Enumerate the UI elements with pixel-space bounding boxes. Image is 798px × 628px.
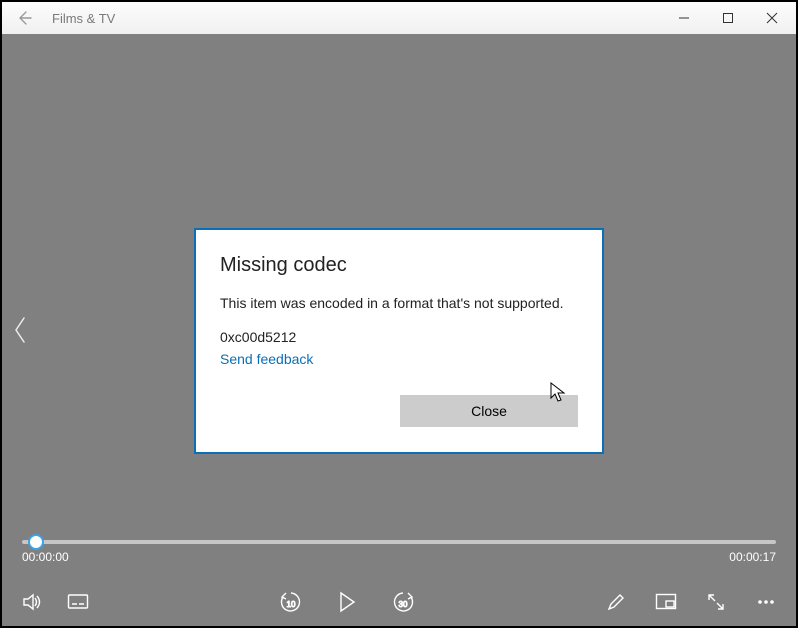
- seek-thumb[interactable]: [28, 534, 44, 550]
- dialog-title: Missing codec: [220, 254, 578, 277]
- skip-forward-30-icon: 30: [390, 589, 416, 615]
- play-icon: [337, 591, 357, 613]
- close-window-button[interactable]: [750, 4, 794, 32]
- subtitles-button[interactable]: [64, 588, 92, 616]
- more-icon: [756, 598, 776, 606]
- dialog-close-button[interactable]: Close: [400, 395, 578, 427]
- app-title: Films & TV: [52, 11, 115, 26]
- seek-track[interactable]: [22, 540, 776, 544]
- subtitles-icon: [67, 593, 89, 611]
- fullscreen-button[interactable]: [702, 588, 730, 616]
- maximize-icon: [722, 12, 734, 24]
- dialog-message: This item was encoded in a format that's…: [220, 295, 578, 311]
- app-window: Films & TV Missing codec This item was e…: [0, 0, 798, 628]
- dialog-actions: Close: [220, 395, 578, 427]
- arrow-left-icon: [16, 10, 32, 26]
- back-button[interactable]: [12, 6, 36, 30]
- pencil-icon: [606, 592, 626, 612]
- send-feedback-link[interactable]: Send feedback: [220, 351, 313, 367]
- svg-text:30: 30: [399, 600, 408, 609]
- fullscreen-icon: [706, 592, 726, 612]
- volume-button[interactable]: [18, 588, 46, 616]
- more-options-button[interactable]: [752, 588, 780, 616]
- video-stage: Missing codec This item was encoded in a…: [2, 34, 796, 626]
- minimize-icon: [678, 12, 690, 24]
- titlebar: Films & TV: [2, 2, 796, 34]
- mini-view-button[interactable]: [652, 588, 680, 616]
- edit-button[interactable]: [602, 588, 630, 616]
- skip-back-10-icon: 10: [278, 589, 304, 615]
- maximize-button[interactable]: [706, 4, 750, 32]
- time-current: 00:00:00: [22, 550, 69, 564]
- mini-view-icon: [655, 593, 677, 611]
- volume-icon: [21, 591, 43, 613]
- svg-text:10: 10: [287, 600, 296, 609]
- minimize-button[interactable]: [662, 4, 706, 32]
- previous-media-button[interactable]: [8, 310, 32, 350]
- timeline: 00:00:00 00:00:17: [22, 540, 776, 564]
- dialog-error-code: 0xc00d5212: [220, 329, 578, 345]
- error-dialog: Missing codec This item was encoded in a…: [194, 228, 604, 454]
- time-duration: 00:00:17: [729, 550, 776, 564]
- skip-back-button[interactable]: 10: [277, 588, 305, 616]
- chevron-left-icon: [13, 316, 27, 344]
- play-button[interactable]: [333, 588, 361, 616]
- close-icon: [766, 12, 778, 24]
- playback-toolbar: 10 30: [2, 578, 796, 626]
- skip-forward-button[interactable]: 30: [389, 588, 417, 616]
